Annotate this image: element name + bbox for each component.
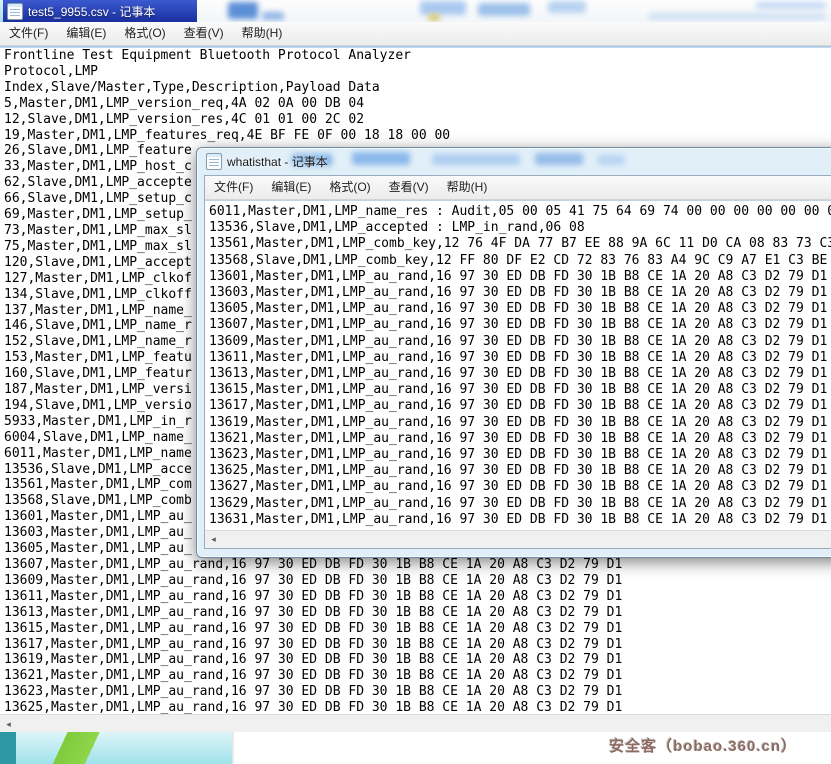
- background-titlebar[interactable]: test5_9955.csv - 记事本: [0, 0, 831, 22]
- blurred-icon: [535, 153, 583, 165]
- background-menubar: 文件(F)编辑(E)格式(O)查看(V)帮助(H): [0, 22, 831, 46]
- notepad-icon: [7, 3, 23, 20]
- foreground-text-area[interactable]: 6011,Master,DM1,LMP_name_res : Audit,05 …: [205, 201, 831, 530]
- blurred-icon: [428, 14, 440, 21]
- csv-line: 13623,Master,DM1,LMP_au_rand,16 97 30 ED…: [4, 684, 831, 700]
- background-window-title: test5_9955.csv - 记事本: [28, 3, 155, 20]
- foreground-window-title: whatisthat - 记事本: [227, 153, 328, 170]
- csv-line: 13561,Master,DM1,LMP_comb_key,12 76 4F D…: [209, 236, 831, 252]
- csv-line: 13536,Slave,DM1,LMP_accepted : LMP_in_ra…: [209, 220, 831, 236]
- csv-line: 13619,Master,DM1,LMP_au_rand,16 97 30 ED…: [209, 415, 831, 431]
- csv-line: Index,Slave/Master,Type,Description,Payl…: [4, 80, 831, 96]
- menu-item[interactable]: 查看(V): [175, 22, 233, 45]
- csv-line: 13625,Master,DM1,LMP_au_rand,16 97 30 ED…: [4, 700, 831, 714]
- foreground-menubar: 文件(F)编辑(E)格式(O)查看(V)帮助(H): [205, 176, 831, 200]
- blurred-text: [756, 2, 826, 9]
- csv-line: 13603,Master,DM1,LMP_au_rand,16 97 30 ED…: [209, 285, 831, 301]
- csv-line: 6011,Master,DM1,LMP_name_res : Audit,05 …: [209, 204, 831, 220]
- csv-line: 5,Master,DM1,LMP_version_req,4A 02 0A 00…: [4, 96, 831, 112]
- blurred-icon: [262, 12, 284, 20]
- blurred-icon: [228, 2, 258, 19]
- blurred-icon: [548, 1, 586, 13]
- csv-line: 13605,Master,DM1,LMP_au_rand,16 97 30 ED…: [209, 301, 831, 317]
- csv-line: 13615,Master,DM1,LMP_au_rand,16 97 30 ED…: [209, 382, 831, 398]
- csv-line: 13601,Master,DM1,LMP_au_rand,16 97 30 ED…: [209, 269, 831, 285]
- blurred-icon: [420, 1, 466, 15]
- menu-item[interactable]: 编辑(E): [262, 176, 320, 199]
- csv-line: 13613,Master,DM1,LMP_au_rand,16 97 30 ED…: [4, 605, 831, 621]
- window-edge: [0, 0, 3, 22]
- csv-line: 13625,Master,DM1,LMP_au_rand,16 97 30 ED…: [209, 463, 831, 479]
- menu-item[interactable]: 查看(V): [380, 176, 438, 199]
- csv-line: 12,Slave,DM1,LMP_version_res,4C 01 01 00…: [4, 112, 831, 128]
- foreground-client-area: 文件(F)编辑(E)格式(O)查看(V)帮助(H) 6011,Master,DM…: [204, 175, 831, 549]
- blurred-icon: [478, 3, 530, 16]
- background-title-area[interactable]: test5_9955.csv - 记事本: [0, 0, 197, 22]
- foreground-horizontal-scrollbar[interactable]: ◂: [205, 530, 831, 548]
- taskbar-edge: [0, 732, 16, 764]
- menu-item[interactable]: 编辑(E): [57, 22, 115, 45]
- notepad-icon: [206, 153, 222, 170]
- csv-line: 13621,Master,DM1,LMP_au_rand,16 97 30 ED…: [4, 668, 831, 684]
- csv-line: 13607,Master,DM1,LMP_au_rand,16 97 30 ED…: [209, 317, 831, 333]
- csv-line: 13631,Master,DM1,LMP_au_rand,16 97 30 ED…: [209, 512, 831, 528]
- csv-line: 13613,Master,DM1,LMP_au_rand,16 97 30 ED…: [209, 366, 831, 382]
- menu-item[interactable]: 格式(O): [115, 22, 174, 45]
- csv-line: Frontline Test Equipment Bluetooth Proto…: [4, 48, 831, 64]
- desktop-strip: 安全客（bobao.360.cn）: [0, 732, 831, 764]
- watermark: 安全客（bobao.360.cn）: [609, 735, 797, 756]
- scroll-left-button[interactable]: ◂: [205, 531, 222, 548]
- csv-line: 13609,Master,DM1,LMP_au_rand,16 97 30 ED…: [209, 334, 831, 350]
- csv-line: 19,Master,DM1,LMP_features_req,4E BF FE …: [4, 128, 831, 144]
- menu-item[interactable]: 帮助(H): [438, 176, 497, 199]
- scrollbar-track[interactable]: [17, 715, 831, 733]
- csv-line: Protocol,LMP: [4, 64, 831, 80]
- csv-line: 13619,Master,DM1,LMP_au_rand,16 97 30 ED…: [4, 652, 831, 668]
- csv-line: 13611,Master,DM1,LMP_au_rand,16 97 30 ED…: [209, 350, 831, 366]
- csv-line: 13617,Master,DM1,LMP_au_rand,16 97 30 ED…: [209, 398, 831, 414]
- csv-line: 13615,Master,DM1,LMP_au_rand,16 97 30 ED…: [4, 621, 831, 637]
- csv-line: 13607,Master,DM1,LMP_au_rand,16 97 30 ED…: [4, 557, 831, 573]
- menu-item[interactable]: 格式(O): [320, 176, 379, 199]
- desktop-wallpaper-glimpse: [0, 732, 234, 764]
- background-horizontal-scrollbar[interactable]: ◂: [0, 714, 831, 733]
- csv-line: 13627,Master,DM1,LMP_au_rand,16 97 30 ED…: [209, 479, 831, 495]
- csv-line: 13611,Master,DM1,LMP_au_rand,16 97 30 ED…: [4, 589, 831, 605]
- blurred-icon: [352, 152, 410, 165]
- wallpaper-grass: [18, 732, 168, 764]
- blurred-icon: [597, 155, 625, 165]
- blurred-icon: [432, 154, 520, 165]
- csv-line: 13609,Master,DM1,LMP_au_rand,16 97 30 ED…: [4, 573, 831, 589]
- blurred-text: [648, 13, 826, 20]
- scroll-left-button[interactable]: ◂: [0, 715, 17, 733]
- csv-line: 13621,Master,DM1,LMP_au_rand,16 97 30 ED…: [209, 431, 831, 447]
- csv-line: 13623,Master,DM1,LMP_au_rand,16 97 30 ED…: [209, 447, 831, 463]
- menu-item[interactable]: 帮助(H): [233, 22, 292, 45]
- csv-line: 13617,Master,DM1,LMP_au_rand,16 97 30 ED…: [4, 637, 831, 653]
- csv-line: 13629,Master,DM1,LMP_au_rand,16 97 30 ED…: [209, 496, 831, 512]
- menu-item[interactable]: 文件(F): [0, 22, 57, 45]
- csv-line: 13568,Slave,DM1,LMP_comb_key,12 FF 80 DF…: [209, 253, 831, 269]
- scrollbar-track[interactable]: [222, 531, 831, 548]
- foreground-notepad-window: whatisthat - 记事本 文件(F)编辑(E)格式(O)查看(V)帮助(…: [196, 147, 831, 558]
- menu-item[interactable]: 文件(F): [205, 176, 262, 199]
- foreground-titlebar[interactable]: whatisthat - 记事本: [197, 148, 831, 175]
